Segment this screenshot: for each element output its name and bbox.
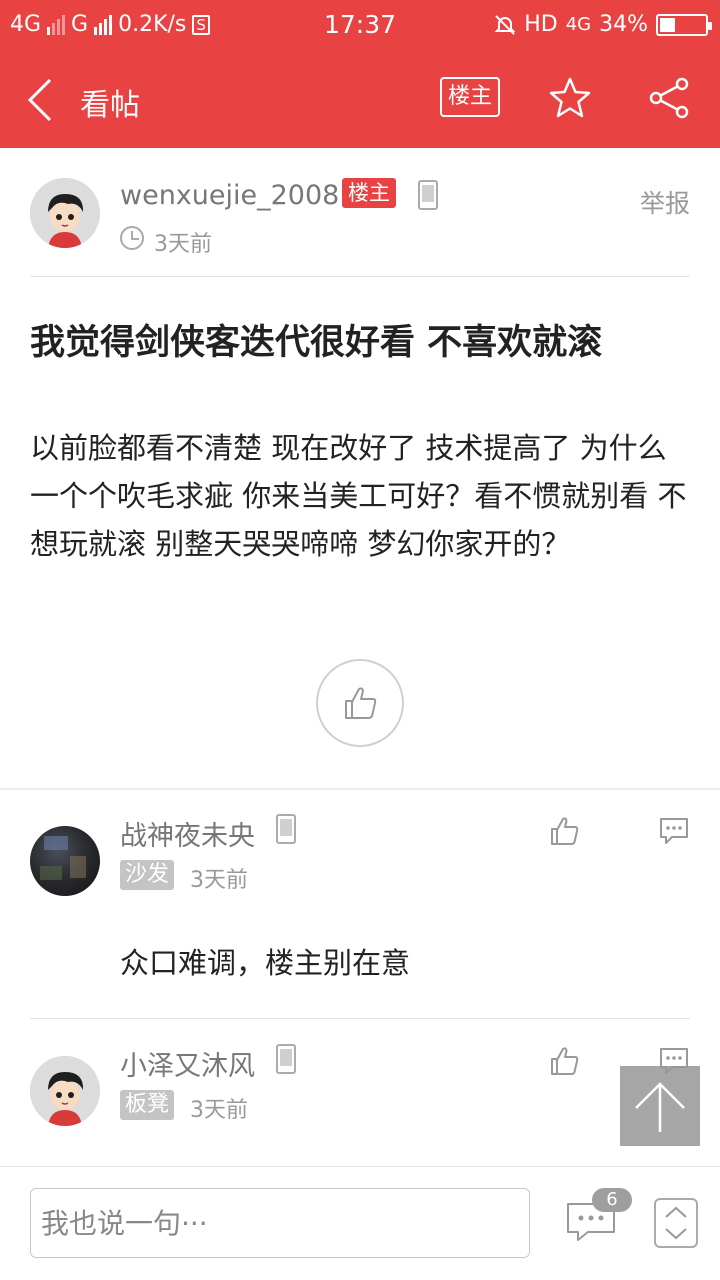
battery-fill bbox=[660, 17, 675, 32]
reply-author-name[interactable]: 战神夜未央 bbox=[120, 814, 255, 853]
post-body: 以前脸都看不清楚 现在改好了 技术提高了 为什么一个个吹毛求疵 你来当美工可好？… bbox=[30, 431, 687, 561]
reply-count-badge: 6 bbox=[592, 1188, 632, 1212]
only-op-button[interactable]: 楼主 bbox=[440, 77, 500, 117]
app-header: 看帖 楼主 bbox=[0, 52, 720, 148]
divider bbox=[30, 276, 690, 277]
scroll-to-top-button[interactable] bbox=[620, 1066, 700, 1146]
network-type-right: 4G bbox=[565, 14, 592, 35]
avatar[interactable] bbox=[30, 178, 100, 248]
section-divider bbox=[0, 788, 720, 790]
arrow-up-icon bbox=[635, 1082, 685, 1132]
chevron-up-down-icon bbox=[665, 1206, 687, 1240]
battery-icon bbox=[656, 13, 712, 36]
floor-tag: 沙发 bbox=[120, 860, 175, 890]
like-button[interactable] bbox=[316, 659, 404, 747]
author-name[interactable]: wenxuejie_2008 bbox=[120, 180, 339, 211]
post-title: 我觉得剑侠客迭代很好看 不喜欢就滚 bbox=[30, 323, 603, 363]
avatar-cartoon-icon bbox=[30, 178, 100, 248]
mobile-icon bbox=[418, 180, 438, 210]
star-icon[interactable] bbox=[548, 76, 592, 120]
mobile-icon bbox=[276, 1044, 296, 1074]
reply-author-name[interactable]: 小泽又沐风 bbox=[120, 1044, 255, 1083]
battery-percent: 34% bbox=[599, 12, 648, 37]
thumbs-up-icon[interactable] bbox=[550, 1046, 580, 1076]
reply-time: 3天前 bbox=[190, 1098, 248, 1123]
hd-label: HD bbox=[524, 12, 558, 37]
mobile-icon bbox=[276, 814, 296, 844]
op-badge: 楼主 bbox=[342, 178, 396, 208]
avatar[interactable] bbox=[30, 1056, 100, 1126]
status-right: HD 4G 34% bbox=[494, 12, 712, 37]
thumbs-up-icon[interactable] bbox=[550, 816, 580, 846]
page-navigation-button[interactable] bbox=[654, 1198, 698, 1248]
post-time: 3天前 bbox=[154, 232, 212, 257]
share-icon[interactable] bbox=[648, 76, 692, 120]
avatar[interactable] bbox=[30, 826, 100, 896]
back-arrow-icon[interactable] bbox=[22, 76, 62, 124]
comment-icon[interactable] bbox=[658, 816, 690, 846]
page-title: 看帖 bbox=[80, 88, 140, 123]
reply-content: 众口难调，楼主别在意 bbox=[120, 946, 411, 980]
avatar-cartoon-icon bbox=[30, 1056, 100, 1126]
divider bbox=[30, 1018, 690, 1019]
clock-icon bbox=[120, 226, 144, 250]
reply-time: 3天前 bbox=[190, 868, 248, 893]
bell-muted-icon bbox=[494, 14, 516, 35]
status-bar: 4G G 0.2K/s S 17:37 HD 4G 34% bbox=[0, 0, 720, 52]
reply-input[interactable] bbox=[30, 1188, 530, 1258]
floor-tag: 板凳 bbox=[120, 1090, 175, 1120]
thumbs-up-icon bbox=[345, 687, 377, 719]
avatar-photo-icon bbox=[40, 836, 86, 880]
report-link[interactable]: 举报 bbox=[640, 184, 690, 220]
